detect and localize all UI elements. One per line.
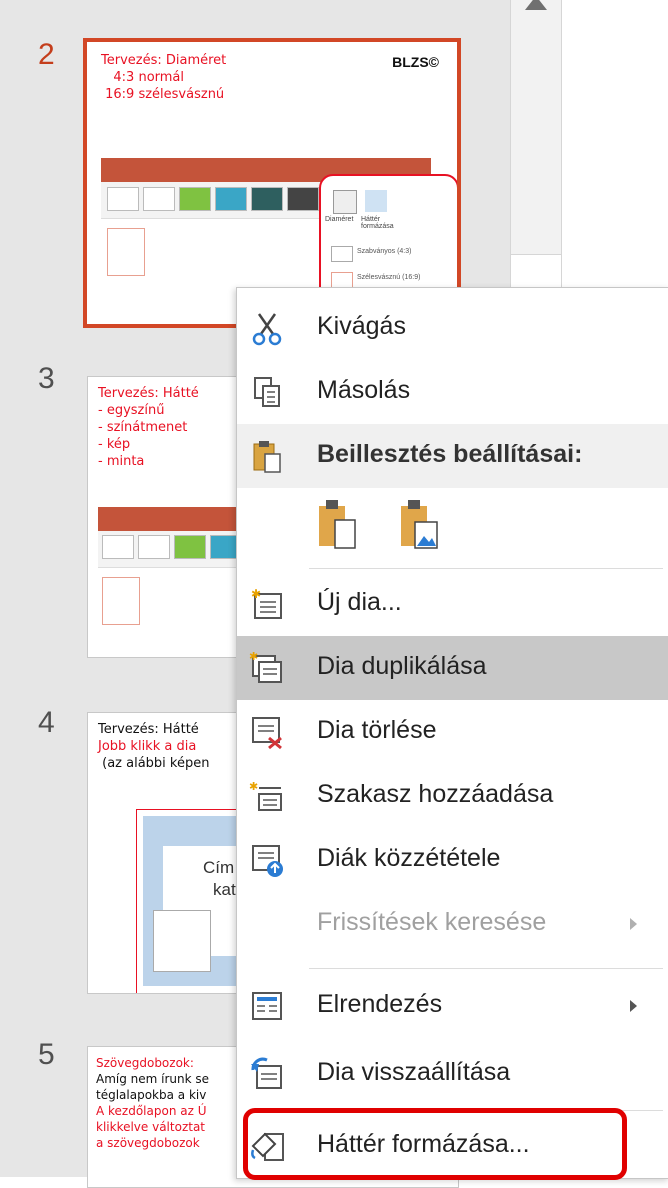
slide-number: 5 (38, 1038, 55, 1071)
slide-text-line: - egyszínű (98, 403, 165, 418)
menu-label: Frissítések keresése (317, 908, 547, 936)
menu-item-check-updates[interactable]: Frissítések keresése (237, 892, 668, 956)
paste-icon (253, 441, 281, 473)
slide-text-line: - minta (98, 454, 145, 469)
paste-keep-formatting-icon[interactable] (315, 498, 359, 550)
mini-theme-tile (287, 187, 319, 211)
layout-icon (252, 992, 282, 1020)
mini-slide-card (102, 577, 140, 625)
menu-item-reset-slide[interactable]: Dia visszaállítása (237, 1042, 668, 1106)
menu-label: Dia törlése (317, 716, 437, 744)
mini-label: Diaméret (325, 216, 354, 223)
scissors-icon (252, 313, 282, 346)
svg-text:✱: ✱ (251, 587, 261, 601)
menu-item-publish-slides[interactable]: Diák közzététele (237, 828, 668, 892)
slide-thumbnail-2[interactable]: Tervezés: Diaméret 4:3 normál 16:9 széle… (83, 38, 461, 328)
add-section-icon: ✱ (249, 780, 282, 811)
mini-option-icon (331, 246, 353, 262)
submenu-arrow-icon (630, 1000, 637, 1012)
mini-option: Szélesvásznú (16:9) (357, 274, 421, 281)
scrollbar-thumb[interactable] (511, 254, 561, 288)
paste-as-picture-icon[interactable] (397, 498, 441, 550)
slide-text-line: klikkelve változtat (96, 1120, 206, 1134)
mini-option-icon (331, 272, 353, 288)
menu-label: Beillesztés beállításai: (317, 440, 583, 468)
mini-option: Szabványos (4:3) (357, 248, 412, 255)
reset-slide-icon (251, 1057, 282, 1089)
mini-theme-tile (107, 187, 139, 211)
menu-label: Kivágás (317, 312, 406, 340)
slide-text-line: 16:9 szélesvásznú (101, 87, 225, 102)
menu-label: Dia duplikálása (317, 652, 487, 680)
mini-theme-tile (215, 187, 247, 211)
delete-slide-icon (252, 717, 282, 750)
svg-text:✱: ✱ (249, 650, 258, 663)
slide-size-icon (333, 190, 357, 214)
new-slide-icon: ✱ (251, 587, 282, 619)
mini-slide-card (107, 228, 145, 276)
slide-text-line: - kép (98, 437, 131, 452)
menu-item-delete-slide[interactable]: Dia törlése (237, 700, 668, 764)
menu-item-add-section[interactable]: ✱ Szakasz hozzáadása (237, 764, 668, 828)
menu-label: Szakasz hozzáadása (317, 780, 554, 808)
mini-theme-tile (174, 535, 206, 559)
mini-theme-tile (138, 535, 170, 559)
slide-text-line: Szövegdobozok: (96, 1056, 194, 1070)
format-bg-icon (365, 190, 387, 212)
mini-theme-tile (102, 535, 134, 559)
svg-text:✱: ✱ (249, 780, 258, 793)
menu-label: Dia visszaállítása (317, 1058, 511, 1086)
menu-item-new-slide[interactable]: ✱ Új dia... (237, 572, 668, 636)
mini-label: Háttér formázása (361, 216, 394, 230)
scroll-up-arrow-icon[interactable] (525, 0, 547, 10)
paste-options-row (237, 488, 668, 564)
slide-text-line: Amíg nem írunk se (96, 1072, 210, 1086)
mini-menu (153, 910, 211, 972)
publish-slides-icon (252, 845, 283, 877)
menu-item-duplicate-slide[interactable]: ✱ Dia duplikálása (237, 636, 668, 700)
submenu-arrow-icon (630, 918, 637, 930)
slide-text-line: Jobb klikk a dia (98, 739, 197, 754)
duplicate-slide-icon: ✱ (249, 650, 282, 683)
slide-number: 3 (38, 362, 55, 395)
menu-item-layout[interactable]: Elrendezés (237, 974, 668, 1038)
slide-text-line: - színátmenet (98, 420, 188, 435)
menu-header-paste-options: Beillesztés beállításai: (237, 424, 668, 488)
slide-text-line: Tervezés: Hátté (98, 722, 199, 737)
menu-label: Másolás (317, 376, 411, 404)
menu-label: Új dia... (317, 588, 402, 616)
slide-text-line: A kezdőlapon az Ú (96, 1104, 207, 1118)
slide-text-line: (az alábbi képen (98, 756, 210, 771)
mini-theme-tile (251, 187, 283, 211)
menu-label: Elrendezés (317, 990, 443, 1018)
blzs-logo: BLZS© (392, 54, 439, 70)
slide-text-line: Tervezés: Diaméret (101, 53, 227, 68)
slide-text-line: téglalapokba a kiv (96, 1088, 207, 1102)
annotation-highlight-box (243, 1108, 627, 1180)
mini-theme-tile (179, 187, 211, 211)
menu-separator (309, 968, 663, 969)
menu-item-cut[interactable]: Kivágás (237, 296, 668, 360)
slide-text-line: a szövegdobozok (96, 1136, 200, 1150)
menu-item-copy[interactable]: Másolás (237, 360, 668, 424)
slide-text-line: 4:3 normál (101, 70, 185, 85)
context-menu: Kivágás Másolás Beillesztés beállításai: (236, 287, 668, 1179)
menu-separator (309, 568, 663, 569)
copy-icon (254, 377, 280, 407)
slide-number: 2 (38, 38, 55, 71)
slide-number: 4 (38, 706, 55, 739)
menu-label: Diák közzététele (317, 844, 501, 872)
slide-text-line: Tervezés: Hátté (98, 386, 199, 401)
mini-theme-tile (143, 187, 175, 211)
